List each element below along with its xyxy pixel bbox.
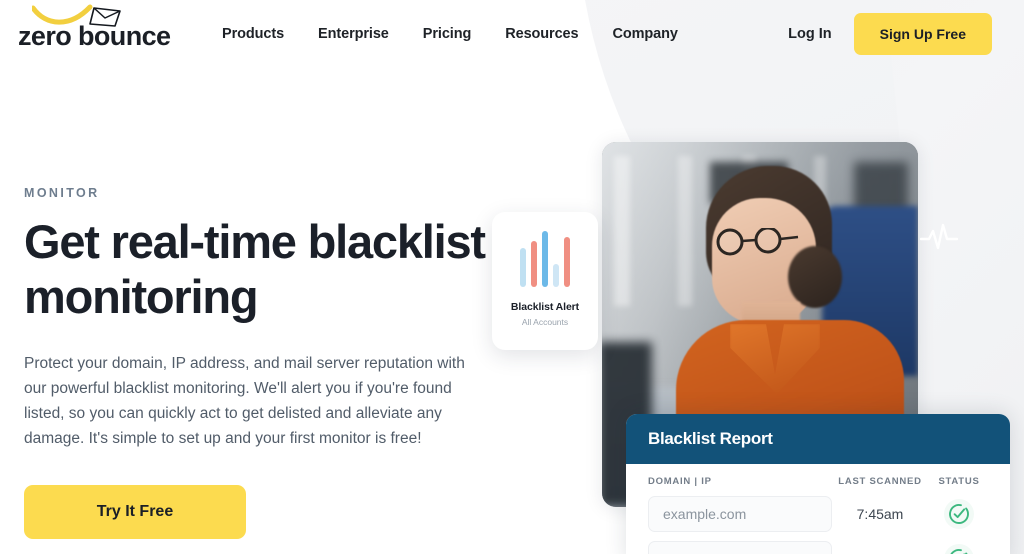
header-actions: Log In Sign Up Free bbox=[788, 0, 992, 68]
status-cell bbox=[928, 499, 990, 529]
page-title: Get real-time blacklist monitoring bbox=[24, 215, 486, 324]
check-circle-icon bbox=[949, 549, 969, 554]
nav-item-products[interactable]: Products bbox=[222, 26, 284, 42]
nav-item-resources[interactable]: Resources bbox=[505, 26, 578, 42]
try-it-free-button[interactable]: Try It Free bbox=[24, 485, 246, 540]
blacklist-report-card: Blacklist Report DOMAIN | IP LAST SCANNE… bbox=[626, 414, 1010, 554]
report-body: DOMAIN | IP LAST SCANNED STATUS example.… bbox=[626, 464, 1010, 554]
hero-eyebrow: MONITOR bbox=[24, 186, 100, 200]
last-scanned-value: 7:45am bbox=[856, 506, 904, 522]
column-header-last-scanned: LAST SCANNED bbox=[838, 476, 922, 487]
alert-card-subtitle: All Accounts bbox=[521, 317, 569, 327]
nav-item-company[interactable]: Company bbox=[612, 26, 677, 42]
alert-bar-chart bbox=[520, 229, 570, 287]
pulse-icon bbox=[920, 223, 958, 250]
hero-content: MONITOR Get real-time blacklist monitori… bbox=[24, 186, 544, 540]
page-root: zero bounce Products Enterprise Pricing … bbox=[0, 0, 1024, 554]
main-nav: Products Enterprise Pricing Resources Co… bbox=[222, 0, 678, 68]
logo[interactable]: zero bounce bbox=[18, 4, 178, 54]
status-badge bbox=[944, 544, 974, 554]
blacklist-alert-card: Blacklist Alert All Accounts bbox=[492, 212, 598, 350]
sign-up-free-button[interactable]: Sign Up Free bbox=[853, 13, 992, 55]
report-rows: example.com 7:45am bbox=[648, 496, 990, 554]
report-header: Blacklist Report bbox=[626, 414, 1010, 464]
status-badge bbox=[944, 499, 974, 529]
check-circle-icon bbox=[949, 504, 969, 524]
column-header-status: STATUS bbox=[938, 476, 980, 487]
status-cell bbox=[928, 544, 990, 554]
table-row bbox=[648, 541, 990, 554]
column-header-domain: DOMAIN | IP bbox=[648, 476, 712, 487]
chart-bar bbox=[531, 240, 537, 287]
chart-bar bbox=[542, 230, 548, 287]
domain-input[interactable] bbox=[648, 541, 832, 554]
hero-subcopy: Protect your domain, IP address, and mai… bbox=[24, 354, 465, 448]
table-row: example.com 7:45am bbox=[648, 496, 990, 532]
photo-person-glasses bbox=[716, 228, 799, 256]
report-column-headers: DOMAIN | IP LAST SCANNED STATUS bbox=[648, 476, 990, 487]
logo-text: zero bounce bbox=[18, 21, 171, 51]
chart-bar bbox=[520, 248, 526, 287]
chart-bar bbox=[564, 236, 570, 287]
chart-bar bbox=[553, 263, 559, 287]
report-title: Blacklist Report bbox=[648, 429, 773, 448]
alert-card-title: Blacklist Alert bbox=[510, 301, 580, 313]
site-header: zero bounce Products Enterprise Pricing … bbox=[0, 0, 1024, 68]
nav-item-pricing[interactable]: Pricing bbox=[423, 26, 472, 42]
login-link[interactable]: Log In bbox=[788, 26, 832, 42]
domain-input[interactable]: example.com bbox=[648, 496, 832, 532]
nav-item-enterprise[interactable]: Enterprise bbox=[318, 26, 389, 42]
